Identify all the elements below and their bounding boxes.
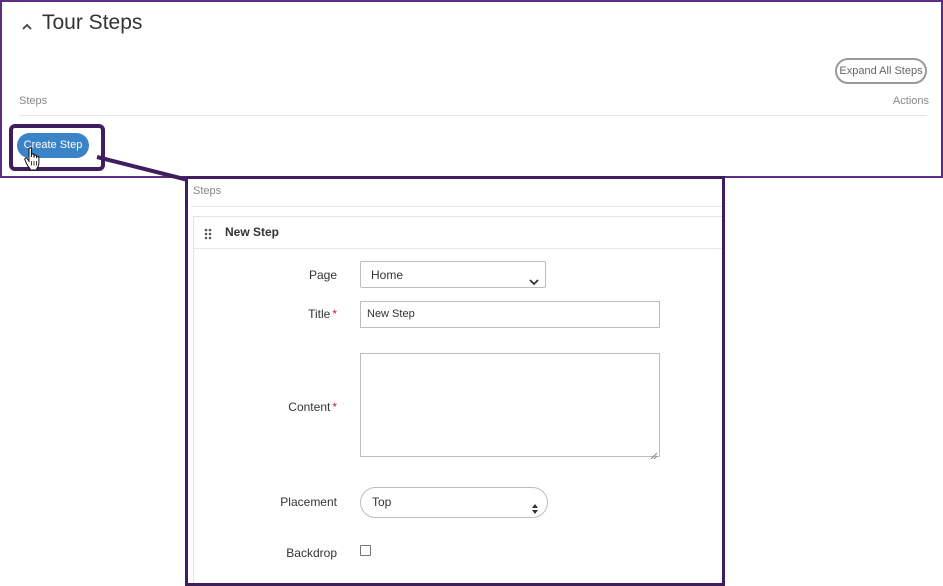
step-editor-callout: Steps New Step Page Home Title * New Ste… — [185, 176, 725, 586]
content-label-text: Content — [288, 400, 331, 414]
placement-select-value: Top — [372, 495, 392, 509]
title-field-label: Title * — [197, 307, 337, 321]
actions-column-header: Actions — [892, 95, 929, 107]
content-textarea[interactable] — [360, 353, 660, 460]
backdrop-label-text: Backdrop — [286, 546, 337, 560]
divider — [19, 115, 927, 116]
divider — [191, 206, 722, 207]
step-title: New Step — [225, 225, 280, 239]
required-marker: * — [332, 400, 337, 414]
page-field-label: Page — [197, 268, 337, 282]
expand-all-steps-button[interactable]: Expand All Steps — [835, 58, 927, 84]
chevron-up-icon[interactable] — [20, 20, 34, 34]
hand-cursor-icon — [24, 147, 42, 171]
page-select-value: Home — [371, 268, 404, 282]
content-field-label: Content * — [197, 400, 337, 414]
drag-handle-icon[interactable] — [204, 227, 212, 240]
backdrop-field-label: Backdrop — [197, 546, 337, 560]
title-input[interactable]: New Step — [360, 301, 660, 328]
chevron-down-icon — [529, 270, 539, 286]
steps-label: Steps — [193, 185, 222, 197]
page-select[interactable]: Home — [360, 261, 546, 288]
step-card: New Step Page Home Title * New Step Conte… — [193, 216, 722, 583]
step-header: New Step — [194, 217, 722, 249]
updown-arrows-icon — [531, 497, 539, 514]
page-title: Tour Steps — [42, 11, 143, 34]
placement-label-text: Placement — [280, 495, 337, 509]
page-label-text: Page — [308, 268, 337, 282]
title-label-text: Title — [308, 307, 331, 321]
placement-select[interactable]: Top — [360, 487, 548, 518]
required-marker: * — [332, 307, 337, 321]
backdrop-checkbox[interactable] — [360, 545, 371, 556]
tour-steps-panel: Tour Steps Expand All Steps Steps Action… — [0, 0, 943, 178]
resize-grip-icon[interactable] — [650, 447, 658, 460]
steps-column-header: Steps — [19, 95, 48, 107]
placement-field-label: Placement — [197, 495, 337, 509]
